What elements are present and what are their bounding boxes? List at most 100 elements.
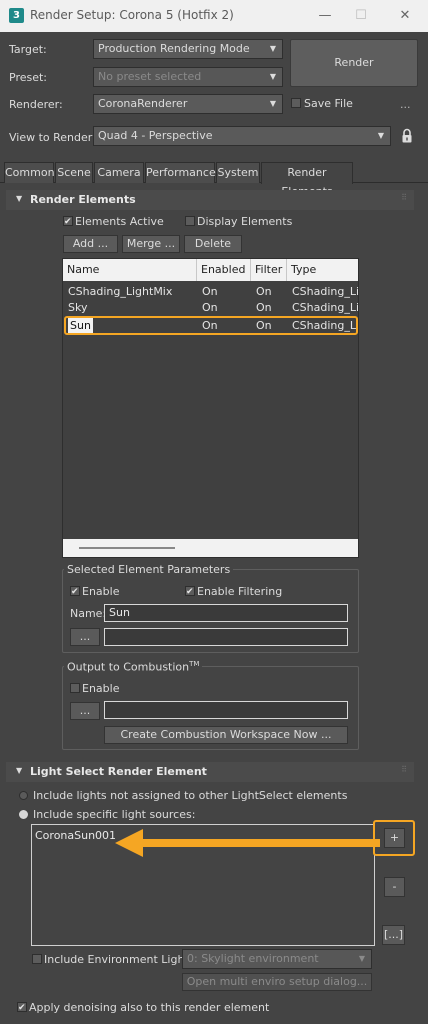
light-select-rollout-header[interactable]: ▼ Light Select Render Element ⠿ <box>6 762 414 782</box>
close-button[interactable]: ✕ <box>394 5 416 27</box>
apply-denoising-checkbox[interactable] <box>17 1002 27 1016</box>
horizontal-scrollbar[interactable] <box>63 539 358 557</box>
renderer-value: CoronaRenderer <box>98 97 188 110</box>
preset-label: Preset: <box>9 71 48 84</box>
radio-specific-lights[interactable] <box>19 810 28 819</box>
display-elements-label: Display Elements <box>197 215 293 228</box>
selected-element-parameters-title: Selected Element Parameters <box>64 563 234 576</box>
browse-lights-button[interactable]: [...] <box>382 925 405 945</box>
element-output-path-field[interactable] <box>104 628 348 646</box>
list-header: Name Enabled Filter Type <box>63 259 358 281</box>
radio-specific-lights-label: Include specific light sources: <box>33 808 196 821</box>
table-row[interactable]: Sky On On CShading_Lig. <box>63 300 358 316</box>
row-enabled: On <box>202 319 218 332</box>
row-filter: On <box>256 285 272 298</box>
environment-dropdown[interactable]: 0: Skylight environment ▼ <box>182 949 372 969</box>
add-element-button[interactable]: Add ... <box>63 235 118 253</box>
remove-light-button[interactable]: - <box>384 877 405 897</box>
collapse-triangle-icon: ▼ <box>16 766 23 775</box>
title-bar: 3 Render Setup: Corona 5 (Hotfix 2) — ☐ … <box>0 0 428 32</box>
apply-denoising-label: Apply denoising also to this render elem… <box>29 1001 270 1014</box>
tab-render-elements[interactable]: Render Elements <box>261 162 353 198</box>
row-filter: On <box>256 319 272 332</box>
scrollbar-thumb[interactable] <box>79 547 175 549</box>
chevron-down-icon: ▼ <box>269 72 276 81</box>
minimize-button[interactable]: — <box>314 5 336 27</box>
add-light-button[interactable]: + <box>384 828 405 848</box>
row-name: Sky <box>68 301 88 314</box>
render-elements-rollout-header[interactable]: ▼ Render Elements ⠿ <box>6 190 414 210</box>
chevron-down-icon: ▼ <box>269 44 276 53</box>
column-header-name[interactable]: Name <box>63 259 197 281</box>
environment-value: 0: Skylight environment <box>187 952 319 965</box>
row-filter: On <box>256 301 272 314</box>
row-name: CShading_LightMix <box>68 285 173 298</box>
save-file-label: Save File <box>304 97 353 110</box>
more-options-button[interactable]: ... <box>400 98 411 111</box>
column-header-filter[interactable]: Filter <box>251 259 287 281</box>
target-dropdown[interactable]: Production Rendering Mode ▼ <box>93 39 283 59</box>
maximize-button[interactable]: ☐ <box>350 5 372 27</box>
render-elements-list[interactable]: Name Enabled Filter Type CShading_LightM… <box>62 258 359 558</box>
view-to-render-label: View to Render: <box>9 131 96 144</box>
view-to-render-value: Quad 4 - Perspective <box>98 129 213 142</box>
target-value: Production Rendering Mode <box>98 42 250 55</box>
element-name-field[interactable]: Sun <box>104 604 348 622</box>
chevron-down-icon: ▼ <box>269 99 276 108</box>
preset-dropdown[interactable]: No preset selected ▼ <box>93 67 283 87</box>
display-elements-checkbox[interactable] <box>185 216 195 229</box>
combustion-enable-checkbox[interactable] <box>70 683 80 696</box>
merge-element-button[interactable]: Merge ... <box>122 235 180 253</box>
create-combustion-workspace-button[interactable]: Create Combustion Workspace Now ... <box>104 726 348 744</box>
chevron-down-icon: ▼ <box>377 131 384 140</box>
column-header-type[interactable]: Type <box>287 259 358 281</box>
include-environment-light-label: Include Environment Light <box>44 953 189 966</box>
annotation-arrow-icon <box>115 828 380 858</box>
combustion-browse-button[interactable]: ... <box>70 702 100 720</box>
enable-element-checkbox[interactable] <box>70 586 80 600</box>
collapse-triangle-icon: ▼ <box>16 194 23 203</box>
tab-performance[interactable]: Performance <box>145 162 216 183</box>
row-type: CShading_Lig. <box>292 285 358 298</box>
target-label: Target: <box>9 43 47 56</box>
tab-common[interactable]: Common <box>4 162 55 183</box>
enable-filtering-checkbox[interactable] <box>185 586 195 600</box>
window-title: Render Setup: Corona 5 (Hotfix 2) <box>30 8 234 22</box>
elements-active-checkbox[interactable] <box>63 216 73 230</box>
row-name: Sun <box>68 318 93 333</box>
combustion-title: Output to CombustionTM <box>64 660 203 674</box>
chevron-down-icon: ▼ <box>358 954 365 963</box>
render-button[interactable]: Render <box>290 39 418 87</box>
row-type: CShading_Lig. <box>292 319 356 332</box>
rollout-grip-icon: ⠿ <box>401 193 407 202</box>
lock-icon[interactable] <box>401 128 413 144</box>
enable-element-label: Enable <box>82 585 120 598</box>
elements-active-label: Elements Active <box>75 215 164 228</box>
column-header-enabled[interactable]: Enabled <box>197 259 251 281</box>
combustion-enable-label: Enable <box>82 682 120 695</box>
include-environment-light-checkbox[interactable] <box>32 954 42 967</box>
table-row-selected[interactable]: Sun On On CShading_Lig. <box>64 316 358 335</box>
app-icon: 3 <box>9 8 24 23</box>
save-file-checkbox[interactable] <box>291 98 301 111</box>
renderer-dropdown[interactable]: CoronaRenderer ▼ <box>93 94 283 114</box>
enable-filtering-label: Enable Filtering <box>197 585 283 598</box>
radio-not-assigned[interactable] <box>19 791 28 800</box>
radio-not-assigned-label: Include lights not assigned to other Lig… <box>33 789 348 802</box>
list-item[interactable]: CoronaSun001 <box>35 829 116 842</box>
name-label: Name: <box>70 607 107 620</box>
renderer-label: Renderer: <box>9 98 63 111</box>
preset-value: No preset selected <box>98 70 202 83</box>
view-to-render-dropdown[interactable]: Quad 4 - Perspective ▼ <box>93 126 391 146</box>
row-type: CShading_Lig. <box>292 301 358 314</box>
delete-element-button[interactable]: Delete <box>184 235 242 253</box>
tab-camera[interactable]: Camera <box>94 162 144 183</box>
table-row[interactable]: CShading_LightMix On On CShading_Lig. <box>63 284 358 300</box>
multi-enviro-setup-button[interactable]: Open multi enviro setup dialog... <box>182 973 372 991</box>
tab-scene[interactable]: Scene <box>55 162 93 183</box>
row-enabled: On <box>202 301 218 314</box>
row-enabled: On <box>202 285 218 298</box>
tab-system[interactable]: System <box>216 162 260 183</box>
combustion-path-field[interactable] <box>104 701 348 719</box>
browse-output-button[interactable]: ... <box>70 628 100 646</box>
